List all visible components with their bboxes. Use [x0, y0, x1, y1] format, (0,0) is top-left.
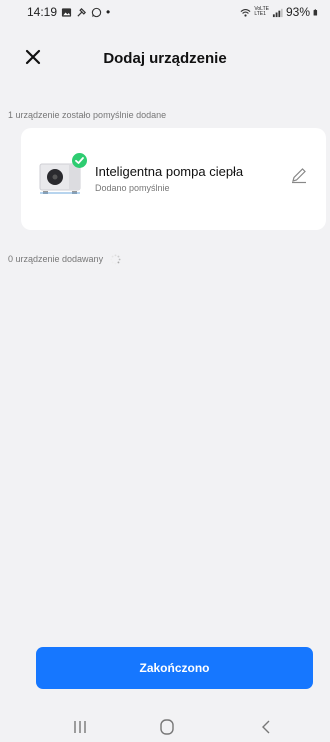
loading-spinner-icon — [110, 254, 121, 265]
done-button[interactable]: Zakończono — [36, 647, 313, 689]
recent-apps-icon[interactable] — [70, 718, 90, 736]
system-nav-bar — [0, 712, 330, 742]
device-name: Inteligentna pompa ciepła — [95, 164, 244, 179]
status-bar: 14:19 • VoLTE LTE1 93% — [0, 0, 330, 24]
home-icon[interactable] — [157, 718, 177, 736]
page-title: Dodaj urządzenie — [103, 50, 227, 67]
success-check-icon — [72, 153, 87, 168]
adding-section-text: 0 urządzenie dodawany — [8, 254, 104, 264]
clock: 14:19 — [27, 5, 58, 19]
battery-icon — [313, 8, 318, 16]
status-bar-left: 14:19 • — [27, 5, 110, 19]
adding-section-label: 0 urządzenie dodawany — [8, 254, 121, 265]
edit-pencil-icon[interactable] — [290, 166, 308, 184]
app-header: Dodaj urządzenie — [0, 40, 330, 76]
notification-dot: • — [106, 5, 111, 19]
battery-percent: 93% — [285, 5, 310, 19]
signal-icon — [272, 8, 283, 17]
back-icon[interactable] — [256, 718, 276, 736]
gallery-notification-icon — [61, 7, 72, 17]
device-card[interactable]: Inteligentna pompa ciepła Dodano pomyśln… — [21, 128, 326, 230]
network-type-label: VoLTE LTE1 — [254, 6, 269, 17]
added-section-label: 1 urządzenie zostało pomyślnie dodane — [8, 110, 167, 120]
status-bar-right: VoLTE LTE1 93% — [240, 5, 320, 19]
wifi-icon — [240, 8, 251, 17]
whatsapp-icon — [91, 7, 102, 17]
tool-notification-icon — [77, 7, 87, 17]
device-status: Dodano pomyślnie — [95, 183, 170, 193]
